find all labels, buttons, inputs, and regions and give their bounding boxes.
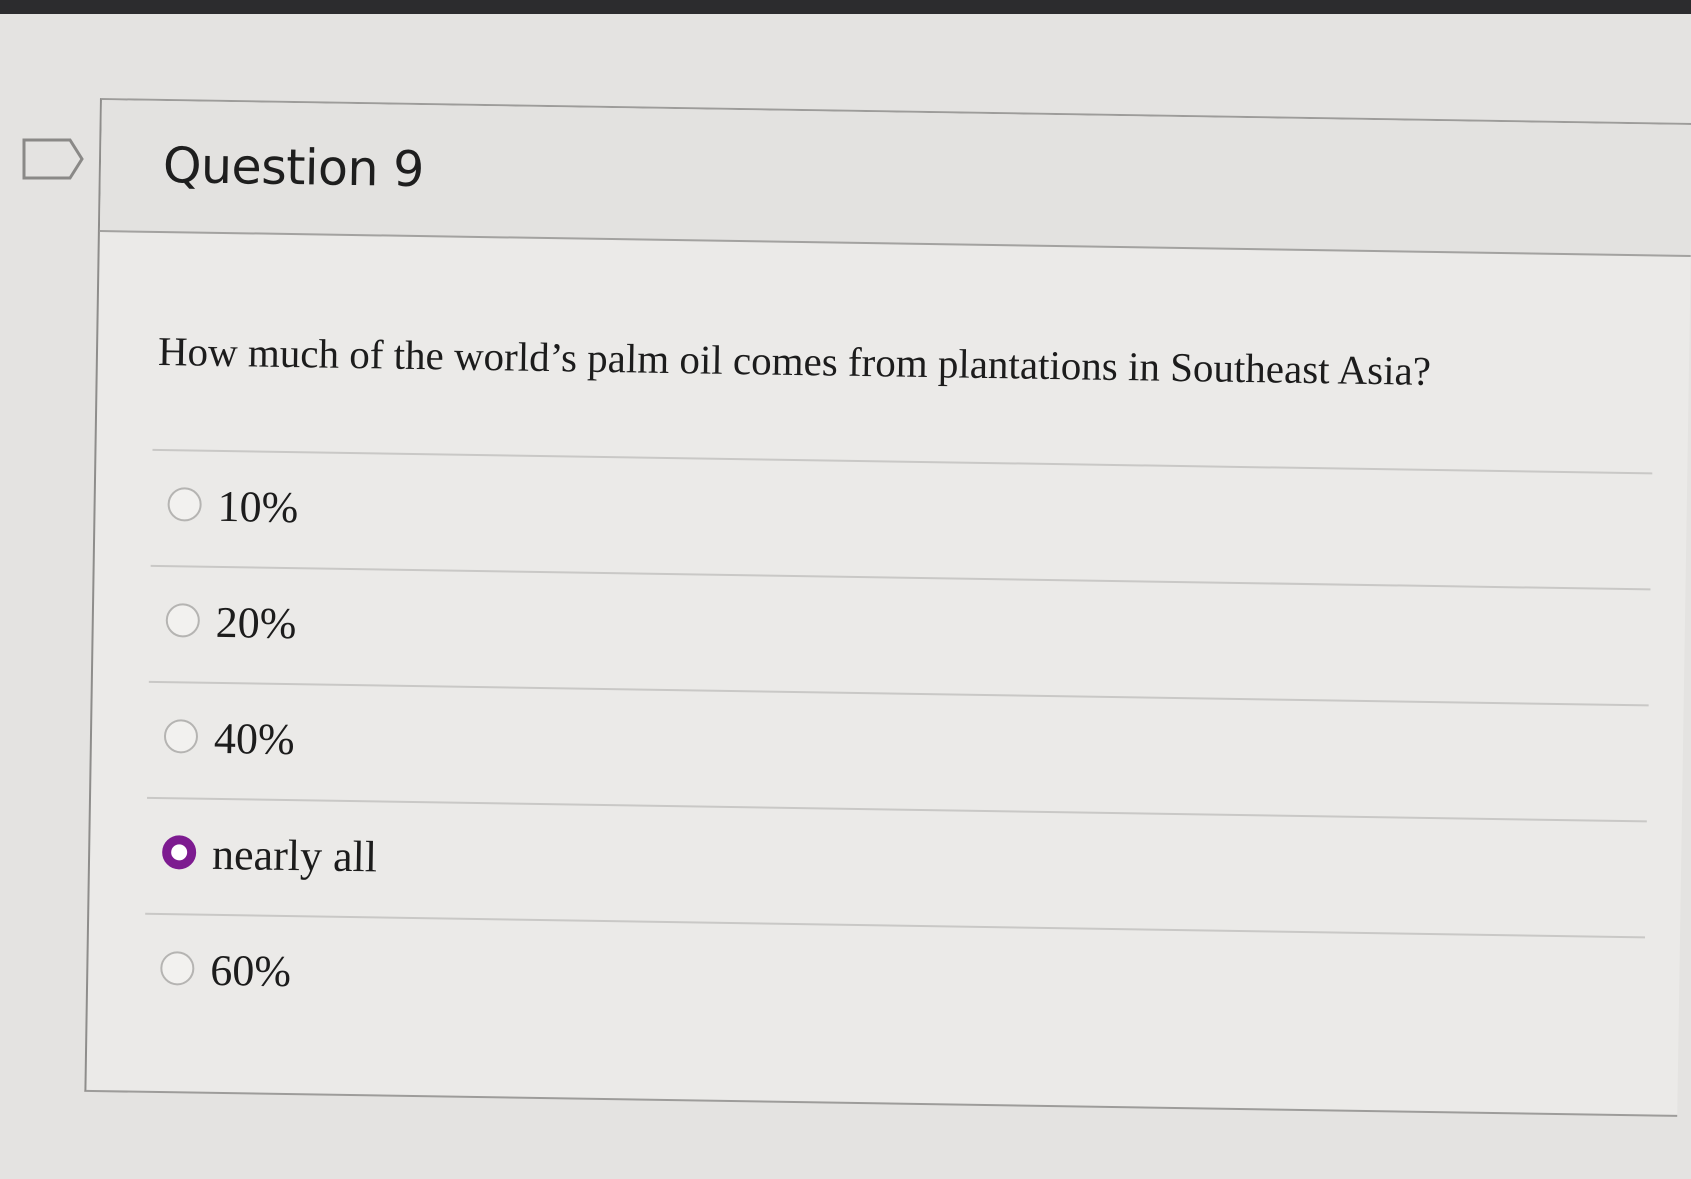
radio-button[interactable] xyxy=(167,487,202,522)
radio-button[interactable] xyxy=(165,603,201,638)
radio-button[interactable] xyxy=(160,951,195,986)
question-text: How much of the world’s palm oil comes f… xyxy=(157,327,1432,394)
question-card: Question 9 How much of the world’s palm … xyxy=(84,98,1691,1117)
top-bar xyxy=(0,0,1691,14)
answer-list: 10% 20% 40% nearly all 60% xyxy=(143,448,1653,1053)
flag-question-icon[interactable] xyxy=(22,136,90,182)
answer-label: nearly all xyxy=(211,829,378,882)
question-title: Question 9 xyxy=(162,137,425,199)
answer-option-60-percent[interactable]: 60% xyxy=(143,912,1646,1053)
answer-label: 20% xyxy=(215,597,297,649)
radio-button-selected[interactable] xyxy=(161,835,197,870)
radio-button[interactable] xyxy=(163,719,199,754)
answer-label: 60% xyxy=(209,945,292,997)
answer-label: 10% xyxy=(217,481,299,533)
question-header: Question 9 xyxy=(99,100,1691,258)
answer-label: 40% xyxy=(213,713,295,765)
